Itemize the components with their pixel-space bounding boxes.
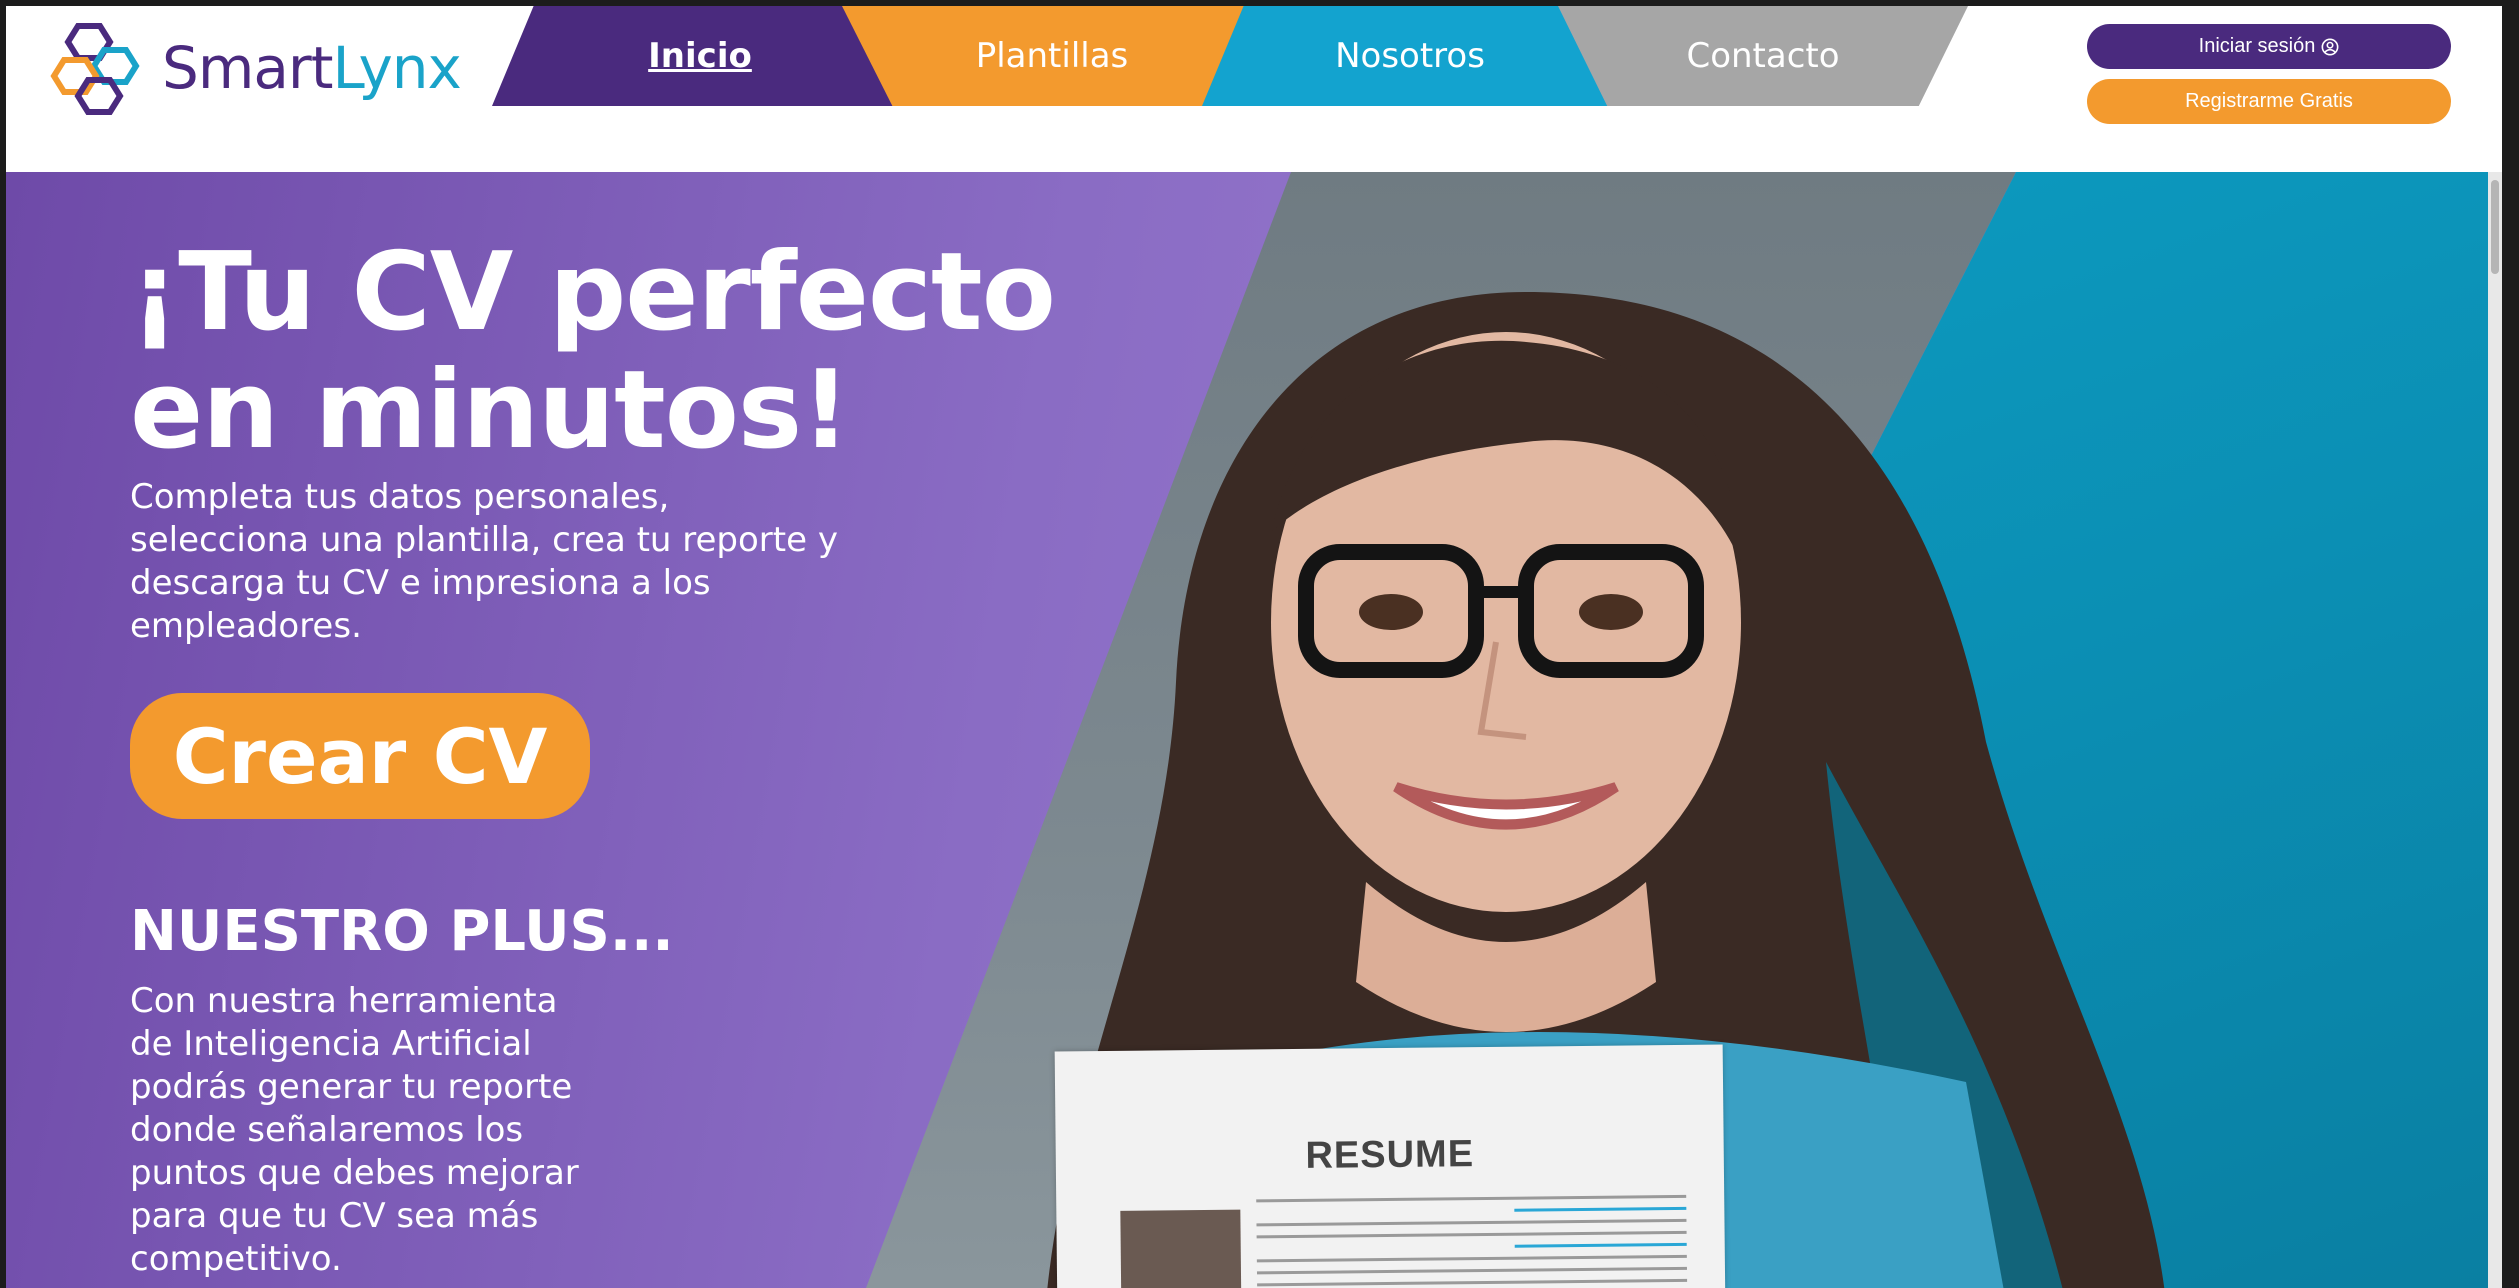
brand-name: SmartLynx <box>162 39 462 97</box>
logo[interactable]: SmartLynx <box>48 20 462 116</box>
user-circle-icon <box>2321 38 2339 55</box>
resume-title: RESUME <box>1305 1133 1475 1177</box>
nav-tab-label: Plantillas <box>975 36 1129 76</box>
plus-description: Con nuestra herramienta de Inteligencia … <box>130 981 579 1279</box>
login-button-label: Iniciar sesión <box>2198 35 2316 57</box>
hero-headline: ¡Tu CV perfecto en minutos! <box>130 234 1056 473</box>
nav-tab-label: Nosotros <box>1335 36 1485 76</box>
plus-title: NUESTRO PLUS... <box>130 899 674 964</box>
register-button[interactable]: Registrarme Gratis <box>2087 79 2451 124</box>
brand-name-part1: Smart <box>162 34 333 102</box>
login-button[interactable]: Iniciar sesión <box>2087 24 2451 69</box>
hero-headline-line1: ¡Tu CV perfecto <box>130 230 1056 355</box>
register-button-label: Registrarme Gratis <box>2185 90 2353 112</box>
smartlynx-logo-icon <box>50 23 140 115</box>
nav-tab-nosotros[interactable]: Nosotros <box>1202 6 1618 106</box>
nav-tab-inicio[interactable]: Inicio <box>492 6 908 106</box>
create-cv-button-label: Crear CV <box>172 711 548 801</box>
page-scrollbar[interactable] <box>2488 172 2502 1288</box>
brand-name-part2: Lynx <box>332 34 461 102</box>
nav-tab-plantillas[interactable]: Plantillas <box>842 6 1262 106</box>
nav-tab-contacto[interactable]: Contacto <box>1558 6 1968 106</box>
hero-description: Completa tus datos personales, seleccion… <box>130 477 838 646</box>
resume-text-lines <box>1256 1194 1688 1288</box>
browser-viewport: SmartLynx Inicio Plantillas Nosotros Con… <box>6 6 2502 1288</box>
site-header: SmartLynx Inicio Plantillas Nosotros Con… <box>6 6 2502 172</box>
resume-photo <box>1120 1209 1242 1288</box>
resume-document-image: RESUME <box>1054 1044 1726 1288</box>
nav-tab-label: Contacto <box>1686 36 1840 76</box>
hero-section: ¡Tu CV perfecto en minutos! Completa tus… <box>6 172 2502 1288</box>
hero-headline-line2: en minutos! <box>130 348 850 473</box>
create-cv-button[interactable]: Crear CV <box>130 693 590 819</box>
nav-tab-label: Inicio <box>648 36 752 76</box>
scrollbar-thumb[interactable] <box>2491 180 2499 274</box>
